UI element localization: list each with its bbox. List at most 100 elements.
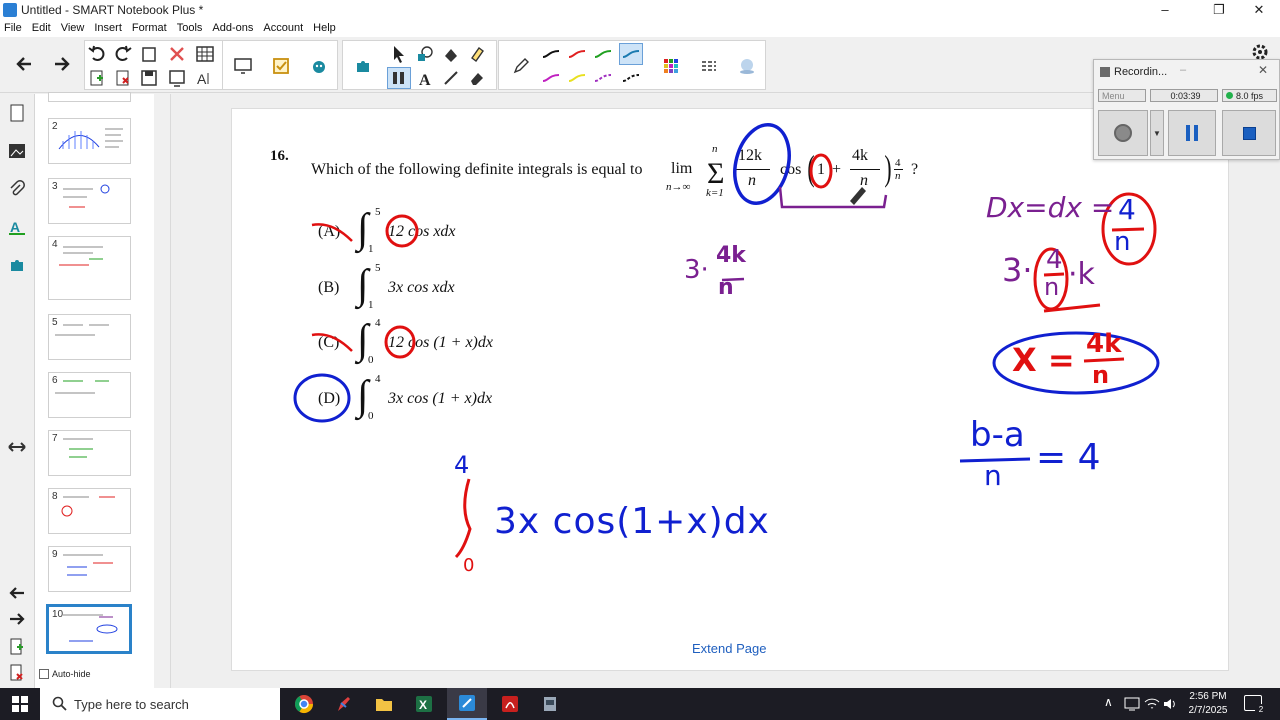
pen-tool-button[interactable] [387, 67, 411, 89]
redo-button[interactable] [111, 43, 135, 65]
wifi-icon[interactable] [1144, 697, 1160, 711]
cloud-effect-icon [740, 59, 754, 74]
eraser-button[interactable] [465, 67, 489, 89]
network-tray-icon[interactable] [1124, 697, 1140, 711]
undo-button[interactable] [85, 43, 109, 65]
page-thumbnail-8[interactable]: 8 [48, 488, 131, 534]
start-button[interactable] [0, 688, 40, 720]
sum-lower-bound: k=1 [706, 187, 724, 199]
taskbar-excel[interactable]: X [404, 688, 444, 720]
fill-effects-button[interactable] [733, 53, 761, 79]
notebook-page[interactable]: 16. Which of the following definite inte… [231, 108, 1229, 671]
redo-icon [115, 45, 132, 61]
select-tool-button[interactable] [387, 43, 411, 65]
page-thumbnail-10[interactable]: 10 [46, 604, 132, 654]
windows-taskbar: Type here to search X ∧ 2:56 PM 2/7/2025… [0, 688, 1280, 720]
sorter-previous-button[interactable] [6, 582, 28, 604]
recorder-minimize-button[interactable]: – [1180, 64, 1186, 76]
taskbar-acrobat[interactable] [490, 688, 530, 720]
spell-check-button[interactable]: A [193, 67, 217, 89]
recorder-close-button[interactable]: ✕ [1258, 63, 1268, 77]
magic-pen-button[interactable] [465, 43, 489, 65]
stop-button[interactable] [1222, 110, 1276, 156]
speaker-icon[interactable] [1162, 697, 1178, 711]
menu-account[interactable]: Account [263, 22, 303, 34]
shapes-button[interactable] [413, 43, 437, 65]
taskbar-recorder-app[interactable] [530, 688, 570, 720]
view-screens-button[interactable] [229, 53, 257, 79]
pen-magenta-button[interactable] [539, 67, 563, 89]
show-hidden-icons-button[interactable]: ∧ [1104, 695, 1113, 709]
color-palette-button[interactable] [657, 53, 685, 79]
close-button[interactable]: ✕ [1236, 0, 1280, 20]
color-grid-icon [664, 59, 678, 73]
pen-black-dash-button[interactable] [619, 67, 643, 89]
checkbox[interactable] [39, 669, 49, 679]
activity-builder-button[interactable] [267, 53, 295, 79]
pen-green-button[interactable] [591, 43, 615, 65]
line-button[interactable] [439, 67, 463, 89]
page-thumbnail-7[interactable]: 7 [48, 430, 131, 476]
fill-button[interactable] [439, 43, 463, 65]
screen-shade-button[interactable] [165, 67, 189, 89]
minimize-button[interactable]: – [1142, 0, 1188, 20]
menu-help[interactable]: Help [313, 22, 336, 34]
page-thumbnail-9[interactable]: 9 [48, 546, 131, 592]
page-thumbnail-5[interactable]: 5 [48, 314, 131, 360]
pen-yellow-button[interactable] [565, 67, 589, 89]
add-ons-button[interactable] [349, 53, 377, 79]
record-button[interactable] [1098, 110, 1148, 156]
menu-edit[interactable]: Edit [32, 22, 51, 34]
taskbar-file-explorer[interactable] [364, 688, 404, 720]
page-thumbnail-3[interactable]: 3 [48, 178, 131, 224]
taskbar-chrome[interactable] [284, 688, 324, 720]
delete-page-button[interactable] [111, 67, 135, 89]
menu-file[interactable]: File [4, 22, 22, 34]
menu-format[interactable]: Format [132, 22, 167, 34]
lesson-activity-button[interactable] [305, 53, 333, 79]
sorter-next-button[interactable] [6, 608, 28, 630]
pen-black-button[interactable] [539, 43, 563, 65]
menu-view[interactable]: View [61, 22, 85, 34]
page-thumbnail-6[interactable]: 6 [48, 372, 131, 418]
previous-page-button[interactable] [10, 51, 38, 77]
taskbar-smart-ink[interactable] [324, 688, 364, 720]
sorter-delete-page-button[interactable] [6, 662, 28, 684]
extend-page-link[interactable]: Extend Page [692, 641, 766, 656]
menu-tools[interactable]: Tools [177, 22, 203, 34]
pen-blue-button[interactable] [619, 43, 643, 65]
next-page-button[interactable] [48, 51, 76, 77]
taskbar-search[interactable]: Type here to search [40, 688, 280, 720]
pause-button[interactable] [1168, 110, 1216, 156]
taskbar-smart-notebook[interactable] [447, 688, 487, 720]
page-thumbnail-2[interactable]: 2 [48, 118, 131, 164]
save-button[interactable] [137, 67, 161, 89]
add-page-button[interactable] [85, 67, 109, 89]
pen-red-button[interactable] [565, 43, 589, 65]
attachments-tab[interactable] [6, 178, 28, 200]
pen-purple-dash-button[interactable] [591, 67, 615, 89]
text-button[interactable]: A [413, 67, 437, 89]
lower-limit: 1 [368, 243, 374, 255]
auto-hide-checkbox[interactable]: Auto-hide [39, 669, 91, 679]
table-button[interactable] [193, 43, 217, 65]
move-sidebar-button[interactable] [6, 436, 28, 458]
line-style-button[interactable] [695, 53, 723, 79]
page-thumbnail-4[interactable]: 4 [48, 236, 131, 300]
recorder-fps: 8.0 fps [1222, 89, 1277, 102]
paste-button[interactable] [137, 43, 161, 65]
gallery-tab[interactable] [6, 140, 28, 162]
add-ons-tab[interactable] [6, 254, 28, 276]
sorter-add-page-button[interactable] [6, 636, 28, 658]
page-sorter-tab[interactable] [6, 102, 28, 124]
taskbar-clock[interactable]: 2:56 PM 2/7/2025 [1180, 690, 1236, 718]
properties-tab[interactable]: A [6, 216, 28, 238]
menu-insert[interactable]: Insert [94, 22, 122, 34]
notification-center-button[interactable]: 2 [1244, 695, 1267, 716]
pen-properties-button[interactable] [507, 53, 535, 79]
delete-button[interactable] [165, 43, 189, 65]
recorder-menu-dropdown[interactable]: Menu [1098, 89, 1146, 102]
record-options-button[interactable]: ▼ [1150, 110, 1164, 156]
menu-addons[interactable]: Add-ons [212, 22, 253, 34]
page-thumbnail-1[interactable] [48, 92, 131, 102]
